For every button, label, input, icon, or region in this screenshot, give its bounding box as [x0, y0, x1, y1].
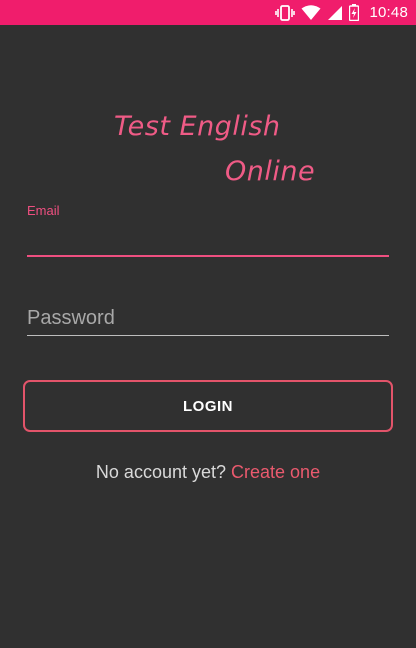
status-clock: 10:48 [369, 4, 408, 21]
signup-row: No account yet? Create one [0, 462, 416, 483]
email-underline [27, 255, 389, 257]
app-logo-title: Test English [114, 111, 281, 142]
password-input[interactable] [27, 303, 389, 333]
status-bar: 10:48 [0, 0, 416, 25]
password-field [27, 303, 389, 337]
signup-prompt: No account yet? [95, 462, 232, 482]
signal-icon [327, 5, 343, 21]
login-button[interactable]: LOGIN [23, 380, 393, 432]
email-label: Email [27, 203, 60, 218]
email-input[interactable] [27, 225, 389, 253]
password-underline [27, 335, 389, 336]
status-icons: 10:48 [275, 0, 408, 25]
vibrate-icon [275, 4, 296, 21]
app-logo-subtitle: Online [225, 156, 316, 187]
battery-charging-icon [349, 4, 360, 21]
wifi-icon [301, 4, 321, 21]
email-field: Email [27, 201, 389, 257]
create-account-link[interactable]: Create one [231, 462, 320, 482]
login-screen: Test English Online Email LOGIN No accou… [0, 25, 416, 648]
